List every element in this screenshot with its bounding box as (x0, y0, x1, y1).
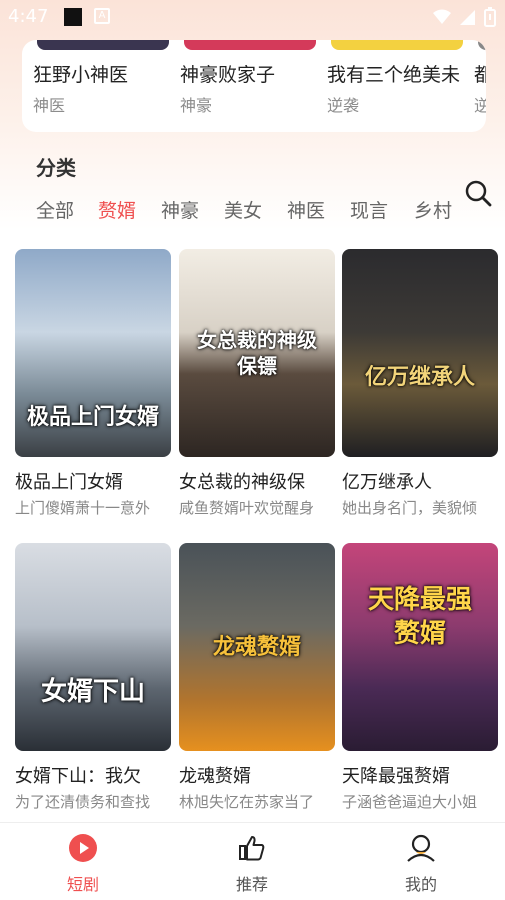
bottom-nav: 短剧 推荐 我的 (0, 822, 505, 900)
recommend-title: 都 (474, 64, 486, 86)
recommend-tag: 神医 (33, 96, 66, 115)
tab-village[interactable]: 乡村 (414, 196, 452, 223)
play-icon (69, 834, 97, 862)
nav-item-me[interactable]: 我的 (361, 823, 481, 900)
poster-title: 极品上门女婿 (26, 405, 159, 430)
drama-title: 女总裁的神级保 (179, 472, 305, 493)
poster-title: 女婿下山 (40, 677, 145, 707)
battery-icon (484, 7, 496, 27)
drama-poster[interactable]: 天降最强赘婿 (342, 543, 498, 751)
search-icon[interactable] (463, 178, 493, 208)
recommend-thumb (478, 40, 486, 50)
drama-description: 上门傻婿萧十一意外 (15, 499, 151, 517)
tab-beauty[interactable]: 美女 (224, 196, 262, 223)
drama-description: 她出身名门，美貌倾 (342, 499, 478, 517)
recommend-thumb (184, 40, 316, 50)
drama-poster[interactable]: 亿万继承人 (342, 249, 498, 457)
drama-poster[interactable]: 女总裁的神级保镖 (179, 249, 335, 457)
recommend-tag: 逆袭 (327, 96, 360, 115)
tab-son-in-law[interactable]: 赘婿 (98, 196, 136, 223)
recommend-tag: 逆 (474, 96, 486, 115)
drama-description: 咸鱼赘婿叶欢觉醒身 (179, 499, 315, 517)
poster-title: 女总裁的神级保镖 (197, 328, 317, 378)
nav-item-recommend[interactable]: 推荐 (192, 823, 312, 900)
drama-poster[interactable]: 极品上门女婿 (15, 249, 171, 457)
drama-description: 林旭失忆在苏家当了 (179, 793, 315, 811)
tab-romance[interactable]: 现言 (350, 196, 388, 223)
recommend-tag: 神豪 (180, 96, 213, 115)
category-title: 分类 (36, 156, 76, 180)
drama-title: 亿万继承人 (342, 472, 432, 493)
nav-label: 短剧 (66, 875, 99, 894)
category-tabs: 全部 赘婿 神豪 美女 神医 现言 乡村 (0, 196, 505, 226)
recommend-title: 神豪败家子 (180, 64, 276, 86)
profile-icon (407, 834, 435, 862)
drama-poster[interactable]: 龙魂赘婿 (179, 543, 335, 751)
nav-item-drama[interactable]: 短剧 (23, 823, 143, 900)
drama-description: 子涵爸爸逼迫大小姐 (342, 793, 478, 811)
drama-title: 极品上门女婿 (15, 472, 123, 493)
notification-square-icon (64, 8, 82, 26)
recommend-row: 狂野小神医 神医 神豪败家子 神豪 我有三个绝美未 逆袭 都 逆 (22, 40, 486, 132)
drama-title: 女婿下山：我欠 (15, 766, 141, 787)
drama-title: 天降最强赘婿 (342, 766, 450, 787)
signal-icon (460, 10, 475, 25)
status-time: 4:47 (8, 6, 49, 27)
drama-title: 龙魂赘婿 (179, 766, 251, 787)
recommend-thumb (37, 40, 169, 50)
nav-label: 推荐 (235, 875, 268, 894)
recommend-thumb (331, 40, 463, 50)
poster-title: 天降最强赘婿 (367, 585, 472, 649)
poster-title: 亿万继承人 (364, 365, 475, 390)
drama-description: 为了还清债务和查找 (15, 793, 151, 811)
tab-doctor[interactable]: 神医 (287, 196, 325, 223)
drama-poster[interactable]: 女婿下山 (15, 543, 171, 751)
notification-a-icon: A (94, 8, 110, 24)
recommend-title: 我有三个绝美未 (327, 64, 461, 86)
tab-rich[interactable]: 神豪 (161, 196, 199, 223)
status-bar: 4:47 A (0, 0, 505, 34)
tab-all[interactable]: 全部 (36, 196, 74, 223)
wifi-icon (433, 9, 451, 24)
nav-label: 我的 (404, 875, 437, 894)
poster-title: 龙魂赘婿 (212, 635, 301, 660)
thumbs-up-icon (239, 836, 265, 861)
recommend-title: 狂野小神医 (33, 64, 129, 86)
